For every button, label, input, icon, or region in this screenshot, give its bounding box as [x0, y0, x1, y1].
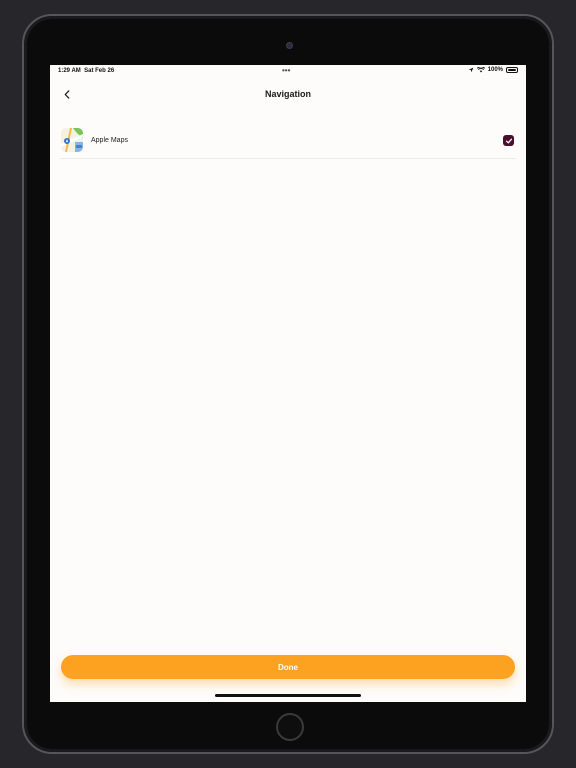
multitasking-dots-icon[interactable]: •••	[282, 66, 290, 75]
checkmark-icon	[505, 138, 512, 143]
apple-maps-icon	[61, 128, 83, 152]
location-arrow-icon	[468, 67, 474, 73]
status-time: 1:29 AM Sat Feb 26	[58, 68, 115, 74]
home-indicator[interactable]	[215, 694, 361, 697]
battery-icon	[506, 67, 518, 73]
navigation-header: Navigation	[50, 83, 526, 105]
status-bar: 1:29 AM Sat Feb 26 ••• 100%	[50, 65, 526, 79]
battery-percent: 100%	[487, 67, 503, 73]
home-button[interactable]	[276, 713, 304, 741]
status-indicators: 100%	[468, 67, 518, 73]
list-item-apple-maps[interactable]: Apple Maps	[60, 125, 516, 159]
option-label: Apple Maps	[91, 137, 128, 144]
wifi-icon	[476, 67, 485, 73]
apple-maps-checkbox[interactable]	[503, 135, 514, 146]
page-title: Navigation	[264, 89, 311, 99]
front-camera	[286, 42, 293, 49]
done-button[interactable]: Done	[61, 655, 515, 679]
app-screen: 1:29 AM Sat Feb 26 ••• 100% Navigation A…	[50, 65, 526, 702]
